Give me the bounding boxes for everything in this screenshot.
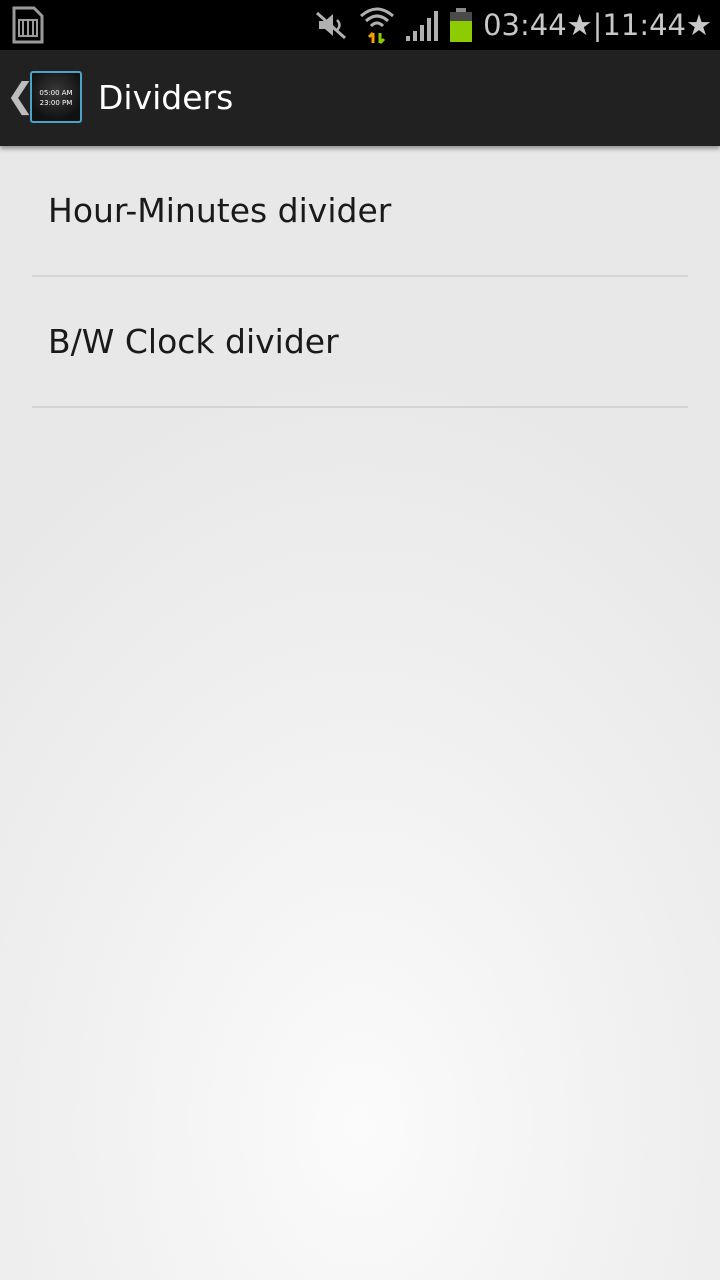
list-item-hour-minutes-divider[interactable]: Hour-Minutes divider xyxy=(32,146,688,277)
list-item-label: B/W Clock divider xyxy=(48,322,339,361)
app-icon-time-2: 23:00 PM xyxy=(39,99,73,107)
mute-icon xyxy=(316,11,347,40)
list-item-bw-clock-divider[interactable]: B/W Clock divider xyxy=(32,277,688,408)
action-bar: ❮ 05:00 AM 23:00 PM Dividers xyxy=(0,50,720,146)
app-icon-time-1: 05:00 AM xyxy=(39,89,73,97)
page-title: Dividers xyxy=(98,78,234,117)
sd-card-icon xyxy=(12,6,44,44)
dividers-list: Hour-Minutes divider B/W Clock divider xyxy=(32,146,688,408)
app-icon[interactable]: 05:00 AM 23:00 PM xyxy=(30,71,82,123)
status-time: 03:44★|11:44★ xyxy=(483,8,712,42)
status-bar: 03:44★|11:44★ xyxy=(0,0,720,50)
signal-icon xyxy=(406,11,439,41)
list-item-label: Hour-Minutes divider xyxy=(48,191,392,230)
battery-icon xyxy=(450,8,473,42)
wifi-icon xyxy=(360,7,395,44)
